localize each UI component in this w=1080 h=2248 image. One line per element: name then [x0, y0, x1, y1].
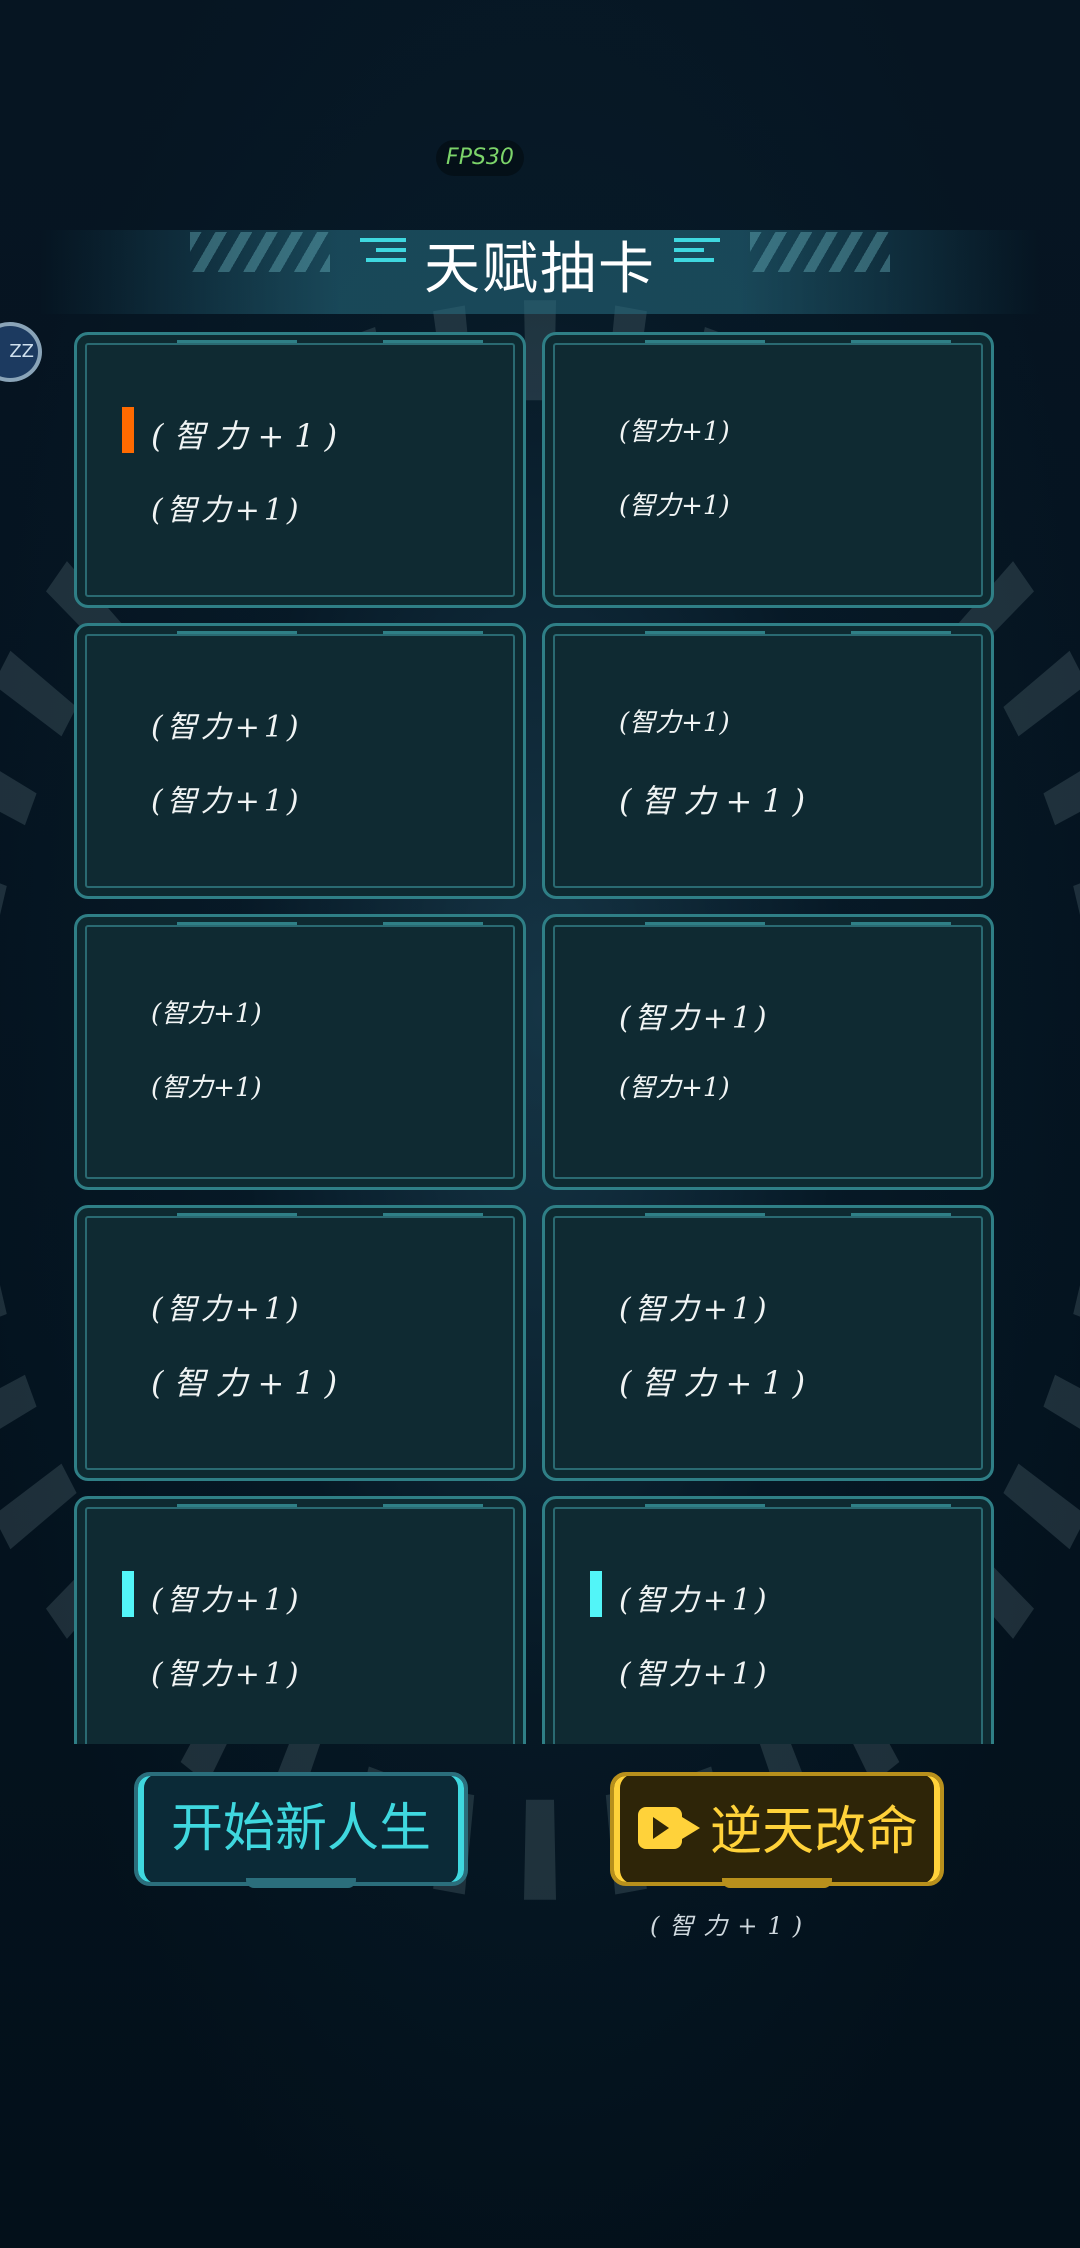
talent-card[interactable]: (智力+1) (智力+1) [542, 1496, 994, 1744]
background-ray [0, 771, 37, 826]
card-line-1: (智力+1) [151, 999, 262, 1029]
card-line-1: (智力+1) [151, 1583, 303, 1618]
card-line-1: (智力+1) [619, 708, 730, 738]
card-line-1: (智力+1) [619, 1001, 771, 1036]
background-ray [1073, 883, 1080, 915]
background-ray [0, 1285, 7, 1317]
background-ray [0, 1463, 77, 1550]
fps-counter: FPS30 [436, 140, 524, 176]
card-line-2: (智力+1) [151, 1657, 303, 1692]
talent-card[interactable]: (智力+1) (智力+1) [542, 1205, 994, 1481]
background-ray [0, 1374, 37, 1429]
card-line-2: (智力+1) [619, 491, 730, 521]
card-line-1: (智力+1) [619, 1583, 771, 1618]
button-tab-decoration [722, 1878, 832, 1888]
change-fate-button[interactable]: 逆天改命 [610, 1772, 944, 1886]
card-line-2: (智力+1) [151, 493, 303, 528]
card-line-2: (智力+1) [619, 1364, 816, 1402]
background-ray [1043, 1374, 1080, 1429]
start-new-life-label: 开始新人生 [170, 1799, 431, 1859]
card-line-2: (智力+1) [151, 1073, 262, 1103]
card-line-1: (智力+1) [151, 710, 303, 745]
video-ad-icon [638, 1803, 702, 1853]
card-line-1: (智力+1) [151, 417, 348, 455]
selection-marker [122, 1571, 134, 1617]
talent-card[interactable]: (智力+1) (智力+1) [542, 623, 994, 899]
talent-card[interactable]: (智力+1) (智力+1) [542, 332, 994, 608]
background-ray [1003, 650, 1080, 737]
background-ray [1073, 1285, 1080, 1317]
card-line-2: (智力+1) [151, 784, 303, 819]
talent-card[interactable]: (智力+1) (智力+1) [74, 332, 526, 608]
title-bar: 天赋抽卡 [0, 220, 1080, 320]
background-ray [1043, 771, 1080, 826]
change-fate-label: 逆天改命 [710, 1802, 919, 1862]
button-tab-decoration [246, 1878, 356, 1888]
background-ray [0, 883, 7, 915]
talent-card[interactable]: (智力+1) (智力+1) [74, 1205, 526, 1481]
start-new-life-button[interactable]: 开始新人生 [134, 1772, 468, 1886]
card-line-1: (智力+1) [619, 1292, 771, 1327]
card-line-2: (智力+1) [619, 1657, 771, 1692]
selection-marker [122, 407, 134, 453]
background-ray [1003, 1463, 1080, 1550]
talent-card-grid: (智力+1) (智力+1) (智力+1) (智力+1) (智力+1) (智力+1… [70, 328, 1000, 1744]
talent-card[interactable]: (智力+1) (智力+1) [542, 914, 994, 1190]
change-fate-note: (智力+1) [650, 1912, 813, 1940]
background-ray [0, 650, 77, 737]
card-line-2: (智力+1) [619, 1073, 730, 1103]
card-line-2: (智力+1) [151, 1364, 348, 1402]
selection-marker [590, 1571, 602, 1617]
background-ray [524, 1799, 556, 1900]
card-line-1: (智力+1) [151, 1292, 303, 1327]
talent-card[interactable]: (智力+1) (智力+1) [74, 914, 526, 1190]
talent-card[interactable]: (智力+1) (智力+1) [74, 623, 526, 899]
talent-card[interactable]: (智力+1) (智力+1) [74, 1496, 526, 1744]
card-line-1: (智力+1) [619, 417, 730, 447]
page-title: 天赋抽卡 [424, 237, 656, 302]
card-line-2: (智力+1) [619, 782, 816, 820]
